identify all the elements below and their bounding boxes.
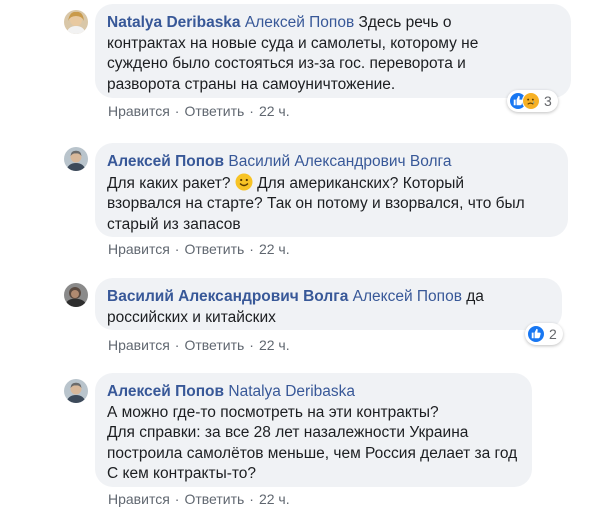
timestamp-link[interactable]: 22 ч. (259, 103, 290, 119)
like-link[interactable]: Нравится (108, 337, 170, 353)
timestamp-link[interactable]: 22 ч. (259, 491, 290, 507)
reply-link[interactable]: Ответить (184, 337, 244, 353)
like-link[interactable]: Нравится (108, 103, 170, 119)
like-link[interactable]: Нравится (108, 491, 170, 507)
comment-actions: Нравится · Ответить · 22 ч. (108, 103, 290, 119)
comment-text: А можно где-то посмотреть на эти контрак… (107, 403, 439, 421)
avatar-photo-icon (64, 283, 88, 307)
comment-author[interactable]: Natalya Deribaska (107, 14, 241, 31)
comment-text: взорвался на старте? Так он потому и взо… (107, 195, 525, 212)
comment-text: да (461, 288, 484, 305)
comment-text: суждено было состояться из-за гос. перев… (107, 55, 466, 72)
comment-text: Для американских? Который (257, 174, 464, 192)
reactions-summary[interactable]: 3 (507, 90, 558, 112)
like-reaction-icon (527, 325, 545, 343)
comment-bubble: Василий Александрович Волга Алексей Попо… (95, 278, 562, 330)
comment-text: Для каких ракет? (107, 174, 231, 192)
comment-text: Для справки: за все 28 лет назалежности … (107, 424, 469, 441)
mention-link[interactable]: Алексей Попов (353, 288, 462, 305)
comment-bubble: Алексей Попов Natalya Deribaska А можно … (95, 373, 532, 487)
like-link[interactable]: Нравится (108, 241, 170, 257)
comment-actions: Нравится · Ответить · 22 ч. (108, 491, 290, 507)
comment-text: С кем контракты-то? (107, 465, 257, 482)
comment-text: разворота страны на самоуничтожение. (107, 75, 396, 93)
mention-link[interactable]: Василий Александрович Волга (228, 153, 451, 170)
avatar[interactable] (64, 147, 88, 171)
mention-link[interactable]: Natalya Deribaska (228, 383, 355, 400)
comment-author[interactable]: Василий Александрович Волга (107, 288, 348, 305)
avatar-photo-icon (64, 147, 88, 171)
reply-link[interactable]: Ответить (184, 491, 244, 507)
comment-author[interactable]: Алексей Попов (107, 153, 224, 170)
smile-emoji-icon (235, 173, 253, 190)
comment-bubble: Алексей Попов Василий Александрович Волг… (95, 143, 568, 237)
comment-author[interactable]: Алексей Попов (107, 383, 224, 400)
avatar-photo-icon (64, 379, 88, 403)
comment-bubble: Natalya Deribaska Алексей Попов Здесь ре… (95, 4, 571, 98)
reply-link[interactable]: Ответить (184, 241, 244, 257)
avatar[interactable] (64, 10, 88, 34)
timestamp-link[interactable]: 22 ч. (259, 337, 290, 353)
comment-actions: Нравится · Ответить · 22 ч. (108, 241, 290, 257)
comment-text: контрактах на новые суда и самолеты, кот… (107, 34, 479, 52)
reaction-count: 2 (549, 326, 557, 342)
comment-text: построила самолётов меньше, чем Россия д… (107, 444, 518, 462)
sad-reaction-icon (522, 92, 540, 110)
avatar[interactable] (64, 379, 88, 403)
reactions-summary[interactable]: 2 (525, 323, 563, 345)
avatar-photo-icon (64, 10, 88, 34)
timestamp-link[interactable]: 22 ч. (259, 241, 290, 257)
reply-link[interactable]: Ответить (184, 103, 244, 119)
comment-actions: Нравится · Ответить · 22 ч. (108, 337, 290, 353)
mention-link[interactable]: Алексей Попов (245, 14, 354, 31)
reaction-count: 3 (544, 93, 552, 109)
comment-text: Здесь речь о (354, 14, 452, 31)
comment-text: российских и китайских (107, 308, 276, 326)
avatar[interactable] (64, 283, 88, 307)
comment-text: старый из запасов (107, 215, 241, 233)
